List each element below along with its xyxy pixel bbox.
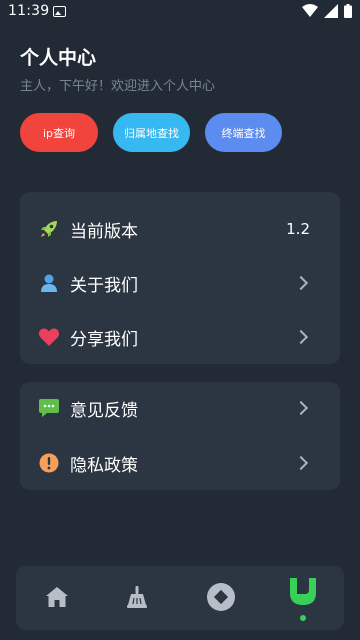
user-icon (38, 272, 60, 294)
nav-profile[interactable] (286, 574, 320, 608)
page-subtitle: 主人，下午好！欢迎进入个人中心 (20, 79, 216, 94)
active-indicator (300, 615, 306, 621)
menu-item-label: 当前版本 (70, 221, 138, 242)
heart-icon (38, 326, 60, 348)
menu-item-share[interactable]: 分享我们 (20, 319, 340, 355)
menu-card-support: 意见反馈 隐私政策 (20, 382, 340, 490)
broom-icon (127, 586, 147, 608)
battery-icon (344, 4, 352, 18)
menu-item-feedback[interactable]: 意见反馈 (20, 390, 340, 426)
terminal-lookup-button[interactable]: 终端查找 (205, 113, 282, 152)
chat-icon (38, 397, 60, 419)
signal-icon (324, 4, 338, 18)
nav-discover[interactable] (204, 580, 238, 614)
image-notification-icon (53, 6, 66, 17)
profile-icon (290, 578, 316, 605)
menu-item-label: 关于我们 (70, 275, 138, 296)
location-lookup-button[interactable]: 归属地查找 (113, 113, 190, 152)
menu-item-about[interactable]: 关于我们 (20, 265, 340, 301)
menu-card-info: 当前版本 1.2 关于我们 分享我们 (20, 192, 340, 364)
exclamation-icon (38, 452, 60, 474)
ip-query-button[interactable]: ip查询 (20, 113, 98, 152)
menu-item-privacy[interactable]: 隐私政策 (20, 445, 340, 481)
rocket-icon (38, 218, 60, 240)
nav-clean[interactable] (120, 580, 154, 614)
diamond-icon (207, 583, 235, 611)
chevron-right-icon (293, 400, 309, 416)
chevron-right-icon (293, 275, 309, 291)
menu-item-label: 意见反馈 (70, 400, 138, 421)
menu-item-label: 分享我们 (70, 329, 138, 350)
menu-item-label: 隐私政策 (70, 455, 138, 476)
status-icons (302, 4, 352, 18)
page-title: 个人中心 (20, 47, 97, 69)
status-time: 11:39 (8, 3, 50, 19)
menu-item-version[interactable]: 当前版本 1.2 (20, 211, 340, 247)
bottom-nav (16, 566, 344, 630)
chevron-right-icon (293, 455, 309, 471)
nav-home[interactable] (40, 580, 74, 614)
version-value: 1.2 (286, 220, 310, 238)
home-icon (46, 587, 68, 607)
chevron-right-icon (293, 329, 309, 345)
status-bar: 11:39 (0, 0, 360, 24)
wifi-icon (302, 4, 318, 17)
